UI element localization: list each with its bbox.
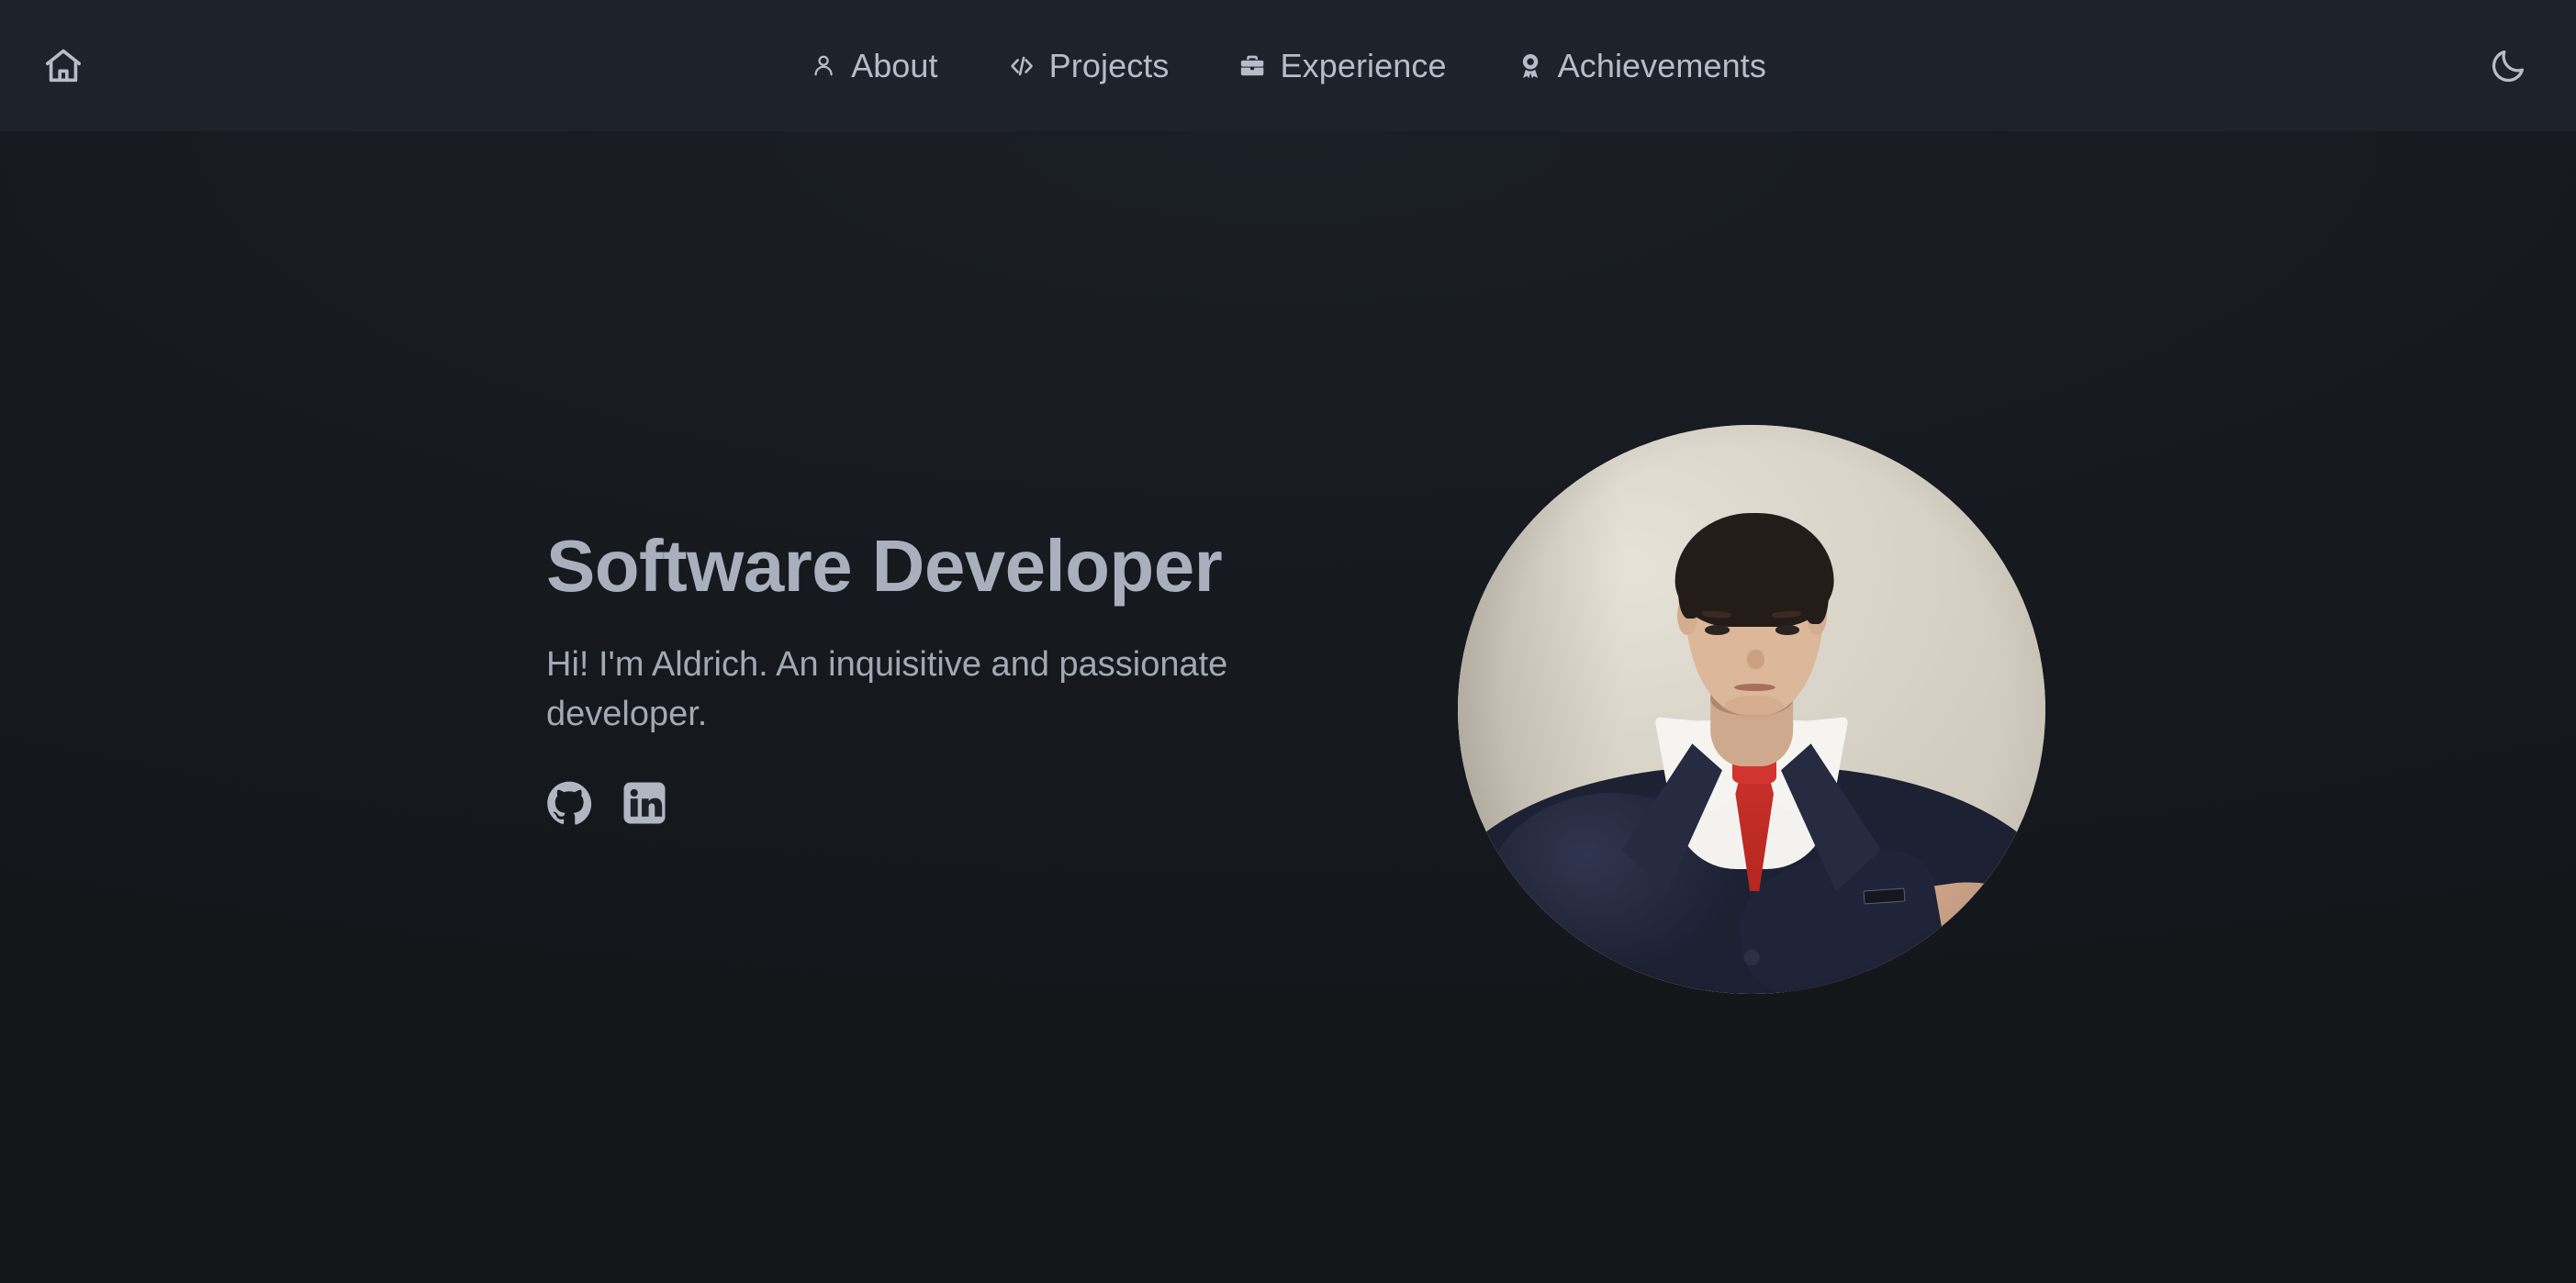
home-icon [42,45,84,87]
nav-item-experience[interactable]: Experience [1239,46,1447,84]
eye-right [1775,625,1800,635]
moon-icon [2488,46,2528,86]
nav-item-about[interactable]: About [810,46,938,84]
hero-section: Software Developer Hi! I'm Aldrich. An i… [0,131,2576,1283]
eye-left [1704,625,1730,635]
code-icon [1008,52,1036,80]
avatar [1458,425,2045,994]
chin-shadow [1725,695,1785,719]
theme-toggle-button[interactable] [2479,37,2537,95]
hero-subtitle: Hi! I'm Aldrich. An inquisitive and pass… [546,644,1228,733]
linkedin-icon [622,780,667,826]
nav-item-achievements[interactable]: Achievements [1517,46,1766,84]
social-links [546,780,1299,826]
top-navbar: About Projects Experience Achievements [0,0,2576,131]
name-badge [1863,887,1905,905]
nav-item-about-label: About [851,46,938,84]
nav-item-experience-label: Experience [1280,46,1447,84]
primary-nav: About Projects Experience Achievements [810,46,1766,84]
nav-item-projects[interactable]: Projects [1008,46,1170,84]
nav-item-achievements-label: Achievements [1557,46,1766,84]
hero-text-block: Software Developer Hi! I'm Aldrich. An i… [546,525,1299,826]
page-title: Software Developer [546,525,1223,607]
home-button[interactable] [33,36,94,96]
blazer-button [1743,950,1760,965]
mouth [1733,684,1775,692]
briefcase-icon [1239,52,1267,80]
nose [1746,649,1765,669]
user-icon [810,52,837,80]
nav-item-projects-label: Projects [1048,46,1170,84]
github-link[interactable] [546,780,592,826]
github-icon [546,780,592,826]
linkedin-link[interactable] [622,780,667,826]
profile-photo [1458,425,2045,994]
award-icon [1517,52,1544,80]
